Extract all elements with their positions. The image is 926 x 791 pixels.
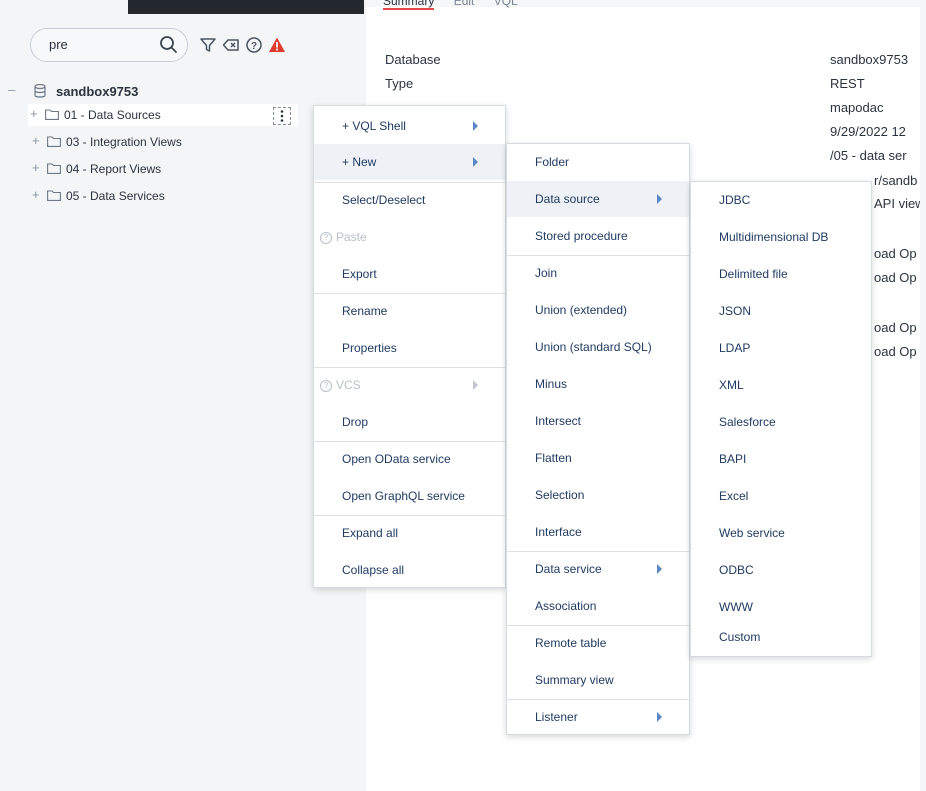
menu-item-vql-shell[interactable]: + VQL Shell: [314, 108, 505, 144]
search-icon[interactable]: [159, 35, 179, 55]
menu-item-paste: ? Paste: [314, 219, 505, 255]
menu-item-ldap[interactable]: LDAP: [691, 330, 871, 366]
menu-item-union-standard-sql[interactable]: Union (standard SQL): [507, 329, 689, 365]
help-icon: ?: [320, 231, 332, 244]
info-labels: Database Type: [385, 51, 441, 99]
menu-item-json[interactable]: JSON: [691, 293, 871, 329]
tree-item-data-sources[interactable]: + 01 - Data Sources: [28, 104, 298, 126]
menu-item-properties[interactable]: Properties: [314, 330, 505, 366]
menu-item-expand-all[interactable]: Expand all: [314, 515, 505, 551]
tree-item-data-services[interactable]: + 05 - Data Services: [30, 185, 300, 207]
menu-item-rename[interactable]: Rename: [314, 293, 505, 329]
menu-item-delimited-file[interactable]: Delimited file: [691, 256, 871, 292]
info-partial: oad Op: [874, 270, 917, 285]
more-options-icon[interactable]: [273, 107, 291, 125]
top-tabs: Summary Edit VQL: [383, 0, 534, 10]
expand-icon[interactable]: +: [32, 187, 40, 202]
tree-item-integration-views[interactable]: + 03 - Integration Views: [30, 131, 300, 153]
folder-icon: [47, 136, 61, 147]
tab-summary[interactable]: Summary: [383, 0, 435, 10]
menu-item-join[interactable]: Join: [507, 255, 689, 291]
info-values: sandbox9753 REST mapodac 9/29/2022 12 /0…: [830, 51, 920, 171]
right-edge: [920, 0, 926, 791]
tab-vql[interactable]: VQL: [494, 0, 518, 8]
menu-item-salesforce[interactable]: Salesforce: [691, 404, 871, 440]
menu-item-folder[interactable]: Folder: [507, 144, 689, 180]
menu-item-association[interactable]: Association: [507, 588, 689, 624]
menu-item-excel[interactable]: Excel: [691, 478, 871, 514]
menu-item-data-service[interactable]: Data service: [507, 551, 689, 587]
menu-item-open-odata-service[interactable]: Open OData service: [314, 441, 505, 477]
database-icon: [34, 84, 46, 98]
menu-item-bapi[interactable]: BAPI: [691, 441, 871, 477]
menu-item-selection[interactable]: Selection: [507, 477, 689, 513]
menu-item-minus[interactable]: Minus: [507, 366, 689, 402]
menu-item-web-service[interactable]: Web service: [691, 515, 871, 551]
menu-item-listener[interactable]: Listener: [507, 699, 689, 735]
collapse-icon[interactable]: –: [8, 82, 15, 97]
menu-item-custom[interactable]: Custom: [691, 619, 871, 655]
info-partial: oad Op: [874, 320, 917, 335]
menu-item-intersect[interactable]: Intersect: [507, 403, 689, 439]
warning-icon[interactable]: [268, 36, 286, 54]
new-submenu: Folder Data source Stored procedure Join…: [506, 143, 690, 735]
info-partial: API view: [874, 196, 920, 211]
info-label-type: Type: [385, 76, 414, 91]
menu-item-xml[interactable]: XML: [691, 367, 871, 403]
menu-item-multidimensional-db[interactable]: Multidimensional DB: [691, 219, 871, 255]
menu-item-collapse-all[interactable]: Collapse all: [314, 552, 505, 588]
info-value-owner: mapodac: [830, 100, 884, 115]
top-dark-bar: [128, 0, 364, 14]
tree-root[interactable]: – sandbox9753: [8, 80, 222, 100]
info-partial: r/sandb: [874, 173, 918, 188]
menu-item-data-source[interactable]: Data source: [507, 181, 689, 217]
search-input[interactable]: [49, 37, 159, 52]
tab-edit[interactable]: Edit: [454, 0, 475, 8]
tree-item-label: 03 - Integration Views: [66, 135, 182, 149]
info-value-date: 9/29/2022 12: [830, 124, 906, 139]
filter-icon[interactable]: [199, 36, 217, 54]
menu-item-stored-procedure[interactable]: Stored procedure: [507, 218, 689, 254]
menu-item-union-extended[interactable]: Union (extended): [507, 292, 689, 328]
menu-item-summary-view[interactable]: Summary view: [507, 662, 689, 698]
help-icon[interactable]: ?: [245, 36, 263, 54]
menu-item-drop[interactable]: Drop: [314, 404, 505, 440]
folder-icon: [47, 190, 61, 201]
menu-item-remote-table[interactable]: Remote table: [507, 625, 689, 661]
folder-icon: [45, 109, 59, 120]
info-label-database: Database: [385, 52, 441, 67]
help-icon: ?: [320, 379, 332, 392]
tree-item-report-views[interactable]: + 04 - Report Views: [30, 158, 300, 180]
info-value-database: sandbox9753: [830, 52, 909, 67]
tree-root-label: sandbox9753: [56, 84, 139, 99]
menu-item-interface[interactable]: Interface: [507, 514, 689, 550]
tree-item-label: 01 - Data Sources: [64, 108, 161, 122]
menu-item-vcs: ? VCS: [314, 367, 505, 403]
folder-icon: [47, 163, 61, 174]
info-partial: oad Op: [874, 246, 917, 261]
clear-icon[interactable]: [222, 36, 240, 54]
menu-item-select-deselect[interactable]: Select/Deselect: [314, 182, 505, 218]
tree-item-label: 05 - Data Services: [66, 189, 165, 203]
menu-item-new[interactable]: + New: [314, 144, 505, 180]
svg-text:?: ?: [251, 41, 257, 52]
expand-icon[interactable]: +: [32, 160, 40, 175]
info-value-type: REST: [830, 76, 865, 91]
menu-item-export[interactable]: Export: [314, 256, 505, 292]
info-value-path: /05 - data ser: [830, 148, 907, 163]
expand-icon[interactable]: +: [30, 106, 38, 121]
expand-icon[interactable]: +: [32, 133, 40, 148]
tree-item-label: 04 - Report Views: [66, 162, 162, 176]
menu-item-open-graphql-service[interactable]: Open GraphQL service: [314, 478, 505, 514]
data-source-submenu: JDBC Multidimensional DB Delimited file …: [690, 181, 872, 657]
search-box: [30, 28, 188, 62]
menu-item-odbc[interactable]: ODBC: [691, 552, 871, 588]
info-partial: oad Op: [874, 344, 917, 359]
menu-item-jdbc[interactable]: JDBC: [691, 182, 871, 218]
context-menu: + VQL Shell + New Select/Deselect ? Paste…: [313, 105, 506, 588]
menu-item-flatten[interactable]: Flatten: [507, 440, 689, 476]
